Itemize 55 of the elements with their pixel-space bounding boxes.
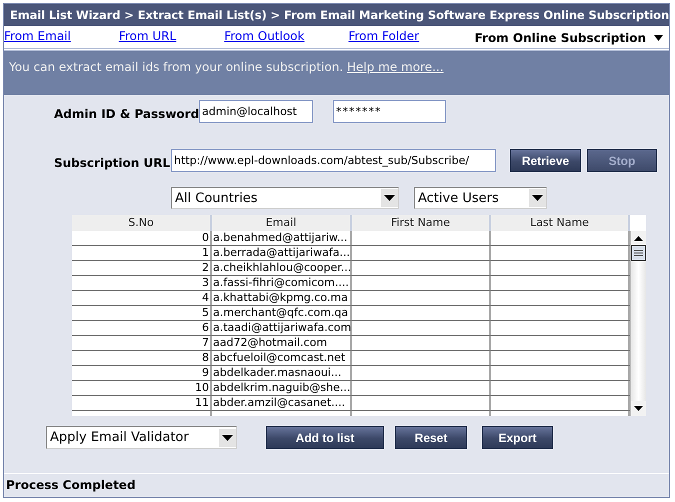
table-cell: 6: [72, 321, 212, 335]
table-cell: 3: [72, 276, 212, 290]
table-cell: aad72@hotmail.com: [212, 336, 352, 350]
table-cell: 7: [72, 336, 212, 350]
retrieve-button[interactable]: Retrieve: [510, 149, 581, 172]
table-cell: a.taadi@attijariwafa.com: [212, 321, 352, 335]
field-label: Subscription URL: [54, 156, 171, 170]
dropdown-arrow-icon: [532, 195, 543, 201]
scrollbar[interactable]: [630, 231, 646, 416]
table-cell: 2: [72, 261, 212, 275]
field-label: Admin ID & Password: [54, 106, 199, 120]
table-cell: abdelkrim.naguib@she...: [212, 381, 352, 395]
dropdown-arrow-icon: [222, 434, 233, 440]
tab[interactable]: From Email: [4, 29, 71, 43]
scroll-up-icon[interactable]: [634, 236, 643, 241]
info-text: You can extract email ids from your online subscription. Help me more...: [9, 60, 445, 74]
table-cell: 4: [72, 291, 212, 305]
tab[interactable]: From Outlook: [224, 29, 304, 43]
table-cell: 0: [72, 231, 212, 245]
table-cell: 5: [72, 306, 212, 320]
table-cell: 9: [72, 366, 212, 380]
scroll-down-icon[interactable]: [634, 406, 643, 411]
status-text: Process Completed: [4, 473, 669, 499]
reset-button[interactable]: Reset: [395, 426, 467, 449]
table-cell: a.merchant@qfc.com.qa: [212, 306, 352, 320]
table-cell: 11: [72, 396, 212, 410]
table-cell: 1: [72, 246, 212, 260]
scrollbar-thumb[interactable]: [631, 245, 646, 261]
column-header[interactable]: Email: [212, 215, 352, 231]
tab[interactable]: From Folder: [348, 29, 420, 43]
table-cell: abdelkader.masnaoui...: [212, 366, 352, 380]
table-cell: a.fassi-fihri@comicom....: [212, 276, 352, 290]
table-cell: a.benahmed@attijariw...: [212, 231, 352, 245]
column-header[interactable]: First Name: [352, 215, 491, 231]
table-cell: abcfueloil@comcast.net: [212, 351, 352, 365]
tab[interactable]: From Online Subscription: [474, 28, 663, 44]
add-to-list-button[interactable]: Add to list: [266, 426, 384, 449]
dropdown[interactable]: All Countries: [171, 187, 399, 209]
validator-dropdown[interactable]: Apply Email Validator: [46, 426, 237, 449]
table-cell: 8: [72, 351, 212, 365]
window-title: Email List Wizard > Extract Email List(s) > From Email Marketing Software Express Online Subscription: [4, 4, 669, 26]
export-button[interactable]: Export: [482, 426, 553, 449]
table-cell: abder.amzil@casanet....: [212, 396, 352, 410]
tab[interactable]: From URL: [118, 29, 176, 43]
password-field[interactable]: *******: [333, 100, 446, 123]
column-header[interactable]: S.No: [72, 215, 212, 231]
dropdown-arrow-icon: [384, 195, 395, 201]
dropdown[interactable]: Active Users: [414, 187, 547, 209]
table-cell: 10: [72, 381, 212, 395]
input-field[interactable]: admin@localhost: [199, 100, 313, 123]
url-field[interactable]: http://www.epl-downloads.com/abtest_sub/Subscribe/: [171, 149, 496, 172]
table-cell: a.khattabi@kpmg.co.ma: [212, 291, 352, 305]
table-cell: a.berrada@attijariwafa...: [212, 246, 352, 260]
caret-icon: [654, 34, 663, 40]
table-cell: a.cheikhlahlou@cooper...: [212, 261, 352, 275]
